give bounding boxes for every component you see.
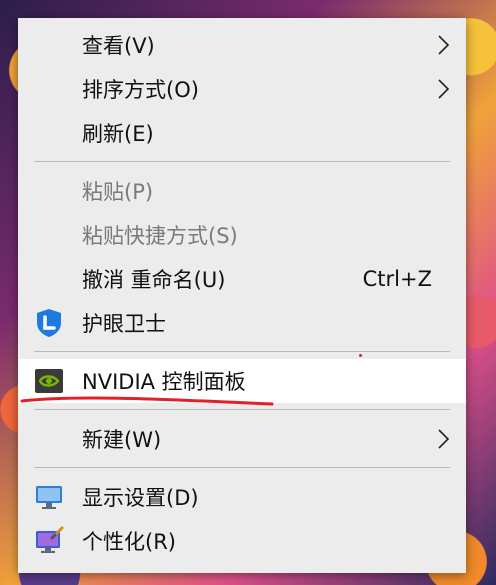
menu-item-sort[interactable]: 排序方式(O) xyxy=(18,67,466,111)
menu-item-personalize-label: 个性化(R) xyxy=(82,530,176,554)
menu-item-refresh[interactable]: 刷新(E) xyxy=(18,111,466,155)
menu-item-eye-care[interactable]: 护眼卫士 xyxy=(18,301,466,345)
menu-item-new[interactable]: 新建(W) xyxy=(18,417,466,461)
chevron-right-icon xyxy=(438,79,450,99)
menu-item-paste[interactable]: 粘贴(P) xyxy=(18,169,466,213)
desktop-context-menu: 查看(V) 排序方式(O) 刷新(E) 粘贴(P) 粘贴快捷方式(S) 撤消 重… xyxy=(18,18,466,573)
menu-item-personalize[interactable]: 个性化(R) xyxy=(18,519,466,563)
red-underline-annotation xyxy=(20,396,274,406)
menu-item-display-label: 显示设置(D) xyxy=(82,486,199,510)
menu-item-display-settings[interactable]: 显示设置(D) xyxy=(18,475,466,519)
menu-item-paste-shortcut-label: 粘贴快捷方式(S) xyxy=(82,224,238,248)
menu-item-paste-label: 粘贴(P) xyxy=(82,180,154,204)
menu-separator xyxy=(34,351,450,352)
menu-item-refresh-label: 刷新(E) xyxy=(82,122,154,146)
menu-item-undo-rename-shortcut: Ctrl+Z xyxy=(362,267,432,291)
chevron-right-icon xyxy=(438,429,450,449)
red-dot-annotation xyxy=(359,354,362,357)
menu-item-sort-label: 排序方式(O) xyxy=(82,78,199,102)
personalize-icon xyxy=(36,526,64,553)
chevron-right-icon xyxy=(438,35,450,55)
menu-item-eye-care-label: 护眼卫士 xyxy=(82,312,166,336)
menu-item-paste-shortcut[interactable]: 粘贴快捷方式(S) xyxy=(18,213,466,257)
menu-item-undo-rename-label: 撤消 重命名(U) xyxy=(82,268,226,292)
menu-item-undo-rename[interactable]: 撤消 重命名(U) Ctrl+Z xyxy=(18,257,466,301)
menu-separator xyxy=(34,467,450,468)
monitor-icon xyxy=(36,486,62,509)
shield-icon xyxy=(37,309,61,337)
menu-item-new-label: 新建(W) xyxy=(82,428,162,452)
menu-item-view[interactable]: 查看(V) xyxy=(18,23,466,67)
menu-separator xyxy=(34,161,450,162)
menu-item-view-label: 查看(V) xyxy=(82,34,155,58)
